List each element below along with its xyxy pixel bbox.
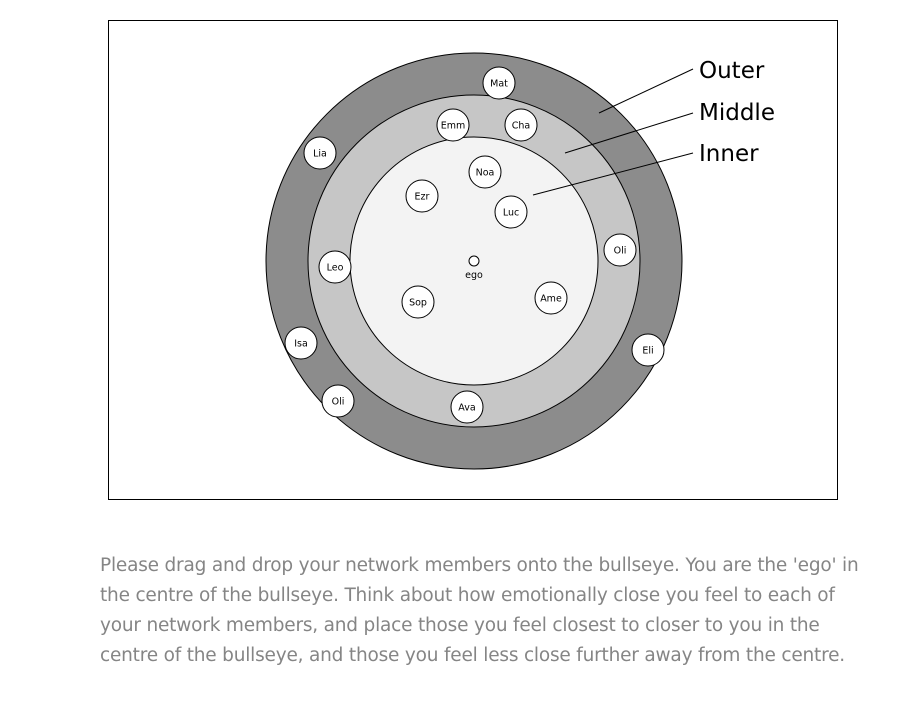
member-node-label: Emm [441, 121, 466, 132]
outer-ring-label: Outer [699, 58, 765, 84]
outer-label-pointer [598, 68, 694, 114]
member-node-label: Leo [327, 263, 344, 274]
member-node[interactable]: Noa [468, 155, 502, 189]
bullseye-canvas[interactable]: Outer Middle Inner ego Mat Lia Isa Oli Eli Em… [108, 20, 838, 500]
member-node-label: Ezr [415, 192, 430, 203]
member-node[interactable]: Luc [494, 195, 528, 229]
member-node-label: Oli [332, 397, 345, 408]
member-node[interactable]: Eli [631, 333, 665, 367]
member-node[interactable]: Mat [482, 66, 516, 100]
member-node-label: Sop [409, 298, 427, 309]
member-node-label: Noa [476, 168, 495, 179]
member-node-label: Oli [614, 246, 627, 257]
member-node-label: Cha [512, 121, 530, 132]
member-node-label: Mat [490, 79, 508, 90]
ego-label: ego [465, 270, 483, 281]
member-node[interactable]: Oli [321, 384, 355, 418]
member-node[interactable]: Emm [436, 108, 470, 142]
instructions-text: Please drag and drop your network member… [100, 555, 859, 666]
member-node[interactable]: Lia [303, 136, 337, 170]
member-node[interactable]: Oli [603, 233, 637, 267]
ego-node [468, 255, 480, 267]
member-node-label: Lia [313, 149, 327, 160]
member-node[interactable]: Leo [318, 250, 352, 284]
member-node-label: Ava [458, 403, 475, 414]
member-node-label: Luc [503, 208, 519, 219]
member-node[interactable]: Ezr [405, 179, 439, 213]
middle-ring-label: Middle [699, 100, 775, 126]
member-node-label: Ame [540, 294, 562, 305]
member-node[interactable]: Sop [401, 285, 435, 319]
member-node-label: Isa [294, 339, 308, 350]
member-node[interactable]: Ame [534, 281, 568, 315]
inner-ring-label: Inner [699, 141, 759, 167]
member-node[interactable]: Cha [504, 108, 538, 142]
bullseye-diagram: Outer Middle Inner ego Mat Lia Isa Oli Eli Em… [265, 52, 775, 470]
member-node-label: Eli [642, 346, 653, 357]
member-node[interactable]: Isa [284, 326, 318, 360]
member-node[interactable]: Ava [450, 390, 484, 424]
